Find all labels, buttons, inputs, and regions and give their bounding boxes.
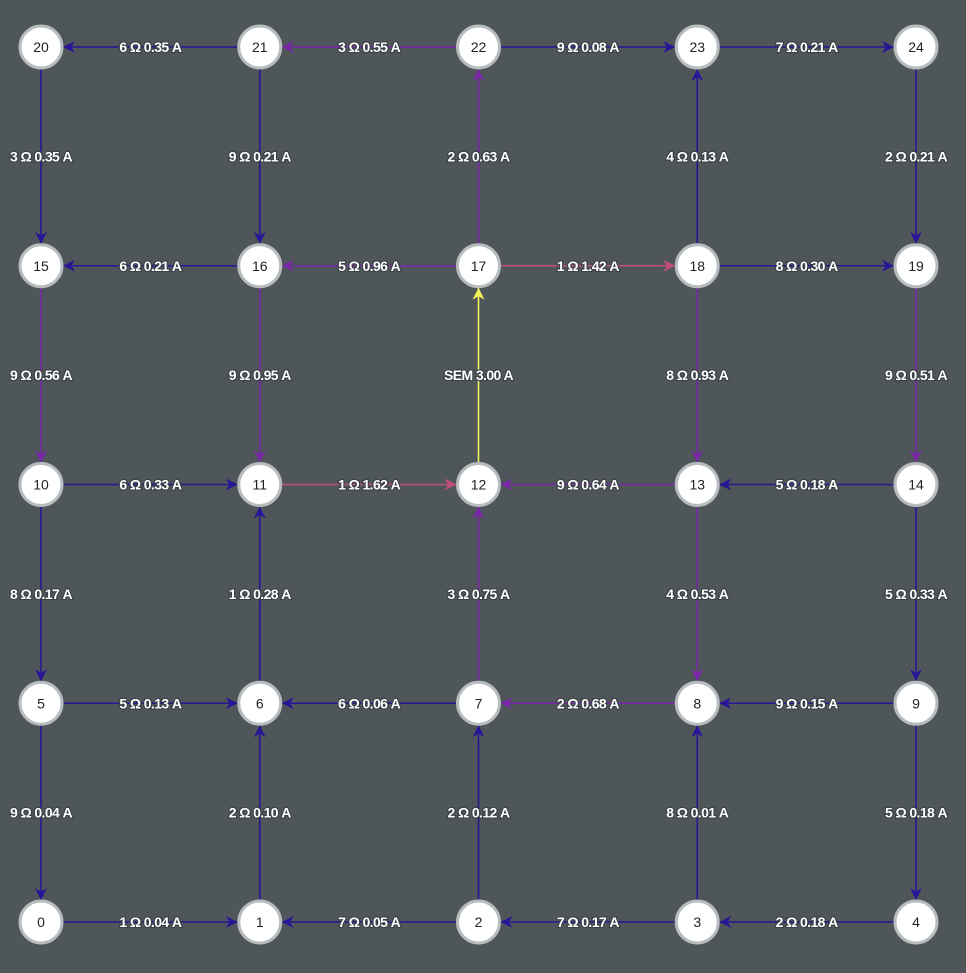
- node-label-22: 22: [471, 39, 487, 55]
- edge-label-2-7: 2 Ω 0.12 A: [447, 805, 510, 821]
- node-label-13: 13: [689, 477, 705, 493]
- node-label-7: 7: [475, 695, 483, 711]
- edge-label-4-3: 2 Ω 0.18 A: [776, 914, 839, 930]
- edge-label-14-13: 5 Ω 0.18 A: [776, 477, 839, 493]
- edge-label-22-23: 9 Ω 0.08 A: [557, 39, 620, 55]
- node-label-18: 18: [689, 258, 705, 274]
- edge-label-2-1: 7 Ω 0.05 A: [338, 914, 401, 930]
- edge-label-14-9: 5 Ω 0.33 A: [885, 586, 948, 602]
- node-label-16: 16: [252, 258, 268, 274]
- edge-label-16-11: 9 Ω 0.95 A: [229, 367, 292, 383]
- node-label-15: 15: [33, 258, 49, 274]
- node-18: 18: [674, 243, 720, 289]
- edge-label-20-15: 3 Ω 0.35 A: [10, 148, 73, 164]
- edge-label-3-8: 8 Ω 0.01 A: [666, 805, 729, 821]
- edge-label-16-15: 6 Ω 0.21 A: [119, 258, 182, 274]
- edge-label-9-8: 9 Ω 0.15 A: [776, 695, 839, 711]
- node-label-23: 23: [689, 39, 705, 55]
- node-label-12: 12: [471, 477, 487, 493]
- node-label-19: 19: [908, 258, 924, 274]
- node-12: 12: [456, 462, 501, 507]
- node-2: 2: [456, 899, 501, 945]
- edge-label-11-12: 1 Ω 1.62 A: [338, 477, 401, 493]
- edge-label-21-20: 6 Ω 0.35 A: [119, 39, 182, 55]
- node-16: 16: [237, 243, 283, 289]
- node-label-2: 2: [475, 914, 483, 930]
- node-4: 4: [893, 899, 939, 945]
- node-17: 17: [456, 243, 501, 289]
- node-label-14: 14: [908, 477, 924, 493]
- node-label-0: 0: [37, 914, 45, 930]
- edge-label-3-2: 7 Ω 0.17 A: [557, 914, 620, 930]
- node-6: 6: [237, 680, 283, 726]
- node-22: 22: [456, 24, 501, 70]
- edge-label-5-0: 9 Ω 0.04 A: [10, 805, 73, 821]
- edge-label-24-19: 2 Ω 0.21 A: [885, 148, 948, 164]
- edge-label-1-6: 2 Ω 0.10 A: [229, 805, 292, 821]
- node-19: 19: [893, 243, 939, 289]
- node-label-17: 17: [471, 258, 487, 274]
- edge-label-12-17: SEM 3.00 A: [444, 367, 513, 383]
- edge-label-15-10: 9 Ω 0.56 A: [10, 367, 73, 383]
- edge-label-8-7: 2 Ω 0.68 A: [557, 695, 620, 711]
- edge-label-17-18: 1 Ω 1.42 A: [557, 258, 620, 274]
- edge-label-18-19: 8 Ω 0.30 A: [776, 258, 839, 274]
- node-label-4: 4: [912, 914, 920, 930]
- node-label-20: 20: [33, 39, 49, 55]
- edge-label-6-11: 1 Ω 0.28 A: [229, 586, 292, 602]
- edge-label-13-8: 4 Ω 0.53 A: [666, 586, 729, 602]
- edge-label-0-1: 1 Ω 0.04 A: [119, 914, 182, 930]
- node-14: 14: [893, 462, 939, 507]
- node-label-21: 21: [252, 39, 268, 55]
- node-label-5: 5: [37, 695, 45, 711]
- edge-label-5-6: 5 Ω 0.13 A: [119, 695, 182, 711]
- node-9: 9: [893, 680, 939, 726]
- node-label-11: 11: [252, 477, 267, 493]
- node-23: 23: [674, 24, 720, 70]
- edge-label-13-12: 9 Ω 0.64 A: [557, 477, 620, 493]
- edge-label-9-4: 5 Ω 0.18 A: [885, 805, 948, 821]
- edge-label-21-16: 9 Ω 0.21 A: [229, 148, 292, 164]
- node-13: 13: [674, 462, 720, 507]
- node-label-1: 1: [256, 914, 264, 930]
- edge-label-7-12: 3 Ω 0.75 A: [447, 586, 510, 602]
- edge-label-10-11: 6 Ω 0.33 A: [119, 477, 182, 493]
- edge-label-18-13: 8 Ω 0.93 A: [666, 367, 729, 383]
- node-label-8: 8: [693, 695, 701, 711]
- node-label-6: 6: [256, 695, 264, 711]
- node-11: 11: [237, 462, 283, 507]
- node-8: 8: [674, 680, 720, 726]
- node-label-9: 9: [912, 695, 920, 711]
- edge-label-17-22: 2 Ω 0.63 A: [447, 148, 510, 164]
- circuit-diagram: 1 Ω 0.04 A 7 Ω 0.05 A 7 Ω 0.17 A 2 Ω 0.18 A…: [9, 24, 949, 945]
- edge-label-19-14: 9 Ω 0.51 A: [885, 367, 948, 383]
- edge-label-22-21: 3 Ω 0.55 A: [338, 39, 401, 55]
- node-label-10: 10: [33, 477, 49, 493]
- node-7: 7: [456, 680, 501, 726]
- node-label-24: 24: [908, 39, 924, 55]
- node-label-3: 3: [693, 914, 701, 930]
- node-0: 0: [18, 899, 64, 945]
- node-1: 1: [237, 899, 283, 945]
- edge-label-10-5: 8 Ω 0.17 A: [10, 586, 73, 602]
- node-15: 15: [18, 243, 64, 289]
- edge-label-7-6: 6 Ω 0.06 A: [338, 695, 401, 711]
- node-3: 3: [674, 899, 720, 945]
- node-5: 5: [18, 680, 64, 726]
- node-24: 24: [893, 24, 939, 70]
- node-21: 21: [237, 24, 283, 70]
- node-20: 20: [18, 24, 64, 70]
- node-10: 10: [18, 462, 64, 507]
- edge-label-17-16: 5 Ω 0.96 A: [338, 258, 401, 274]
- edge-label-18-23: 4 Ω 0.13 A: [666, 148, 729, 164]
- edge-label-23-24: 7 Ω 0.21 A: [776, 39, 839, 55]
